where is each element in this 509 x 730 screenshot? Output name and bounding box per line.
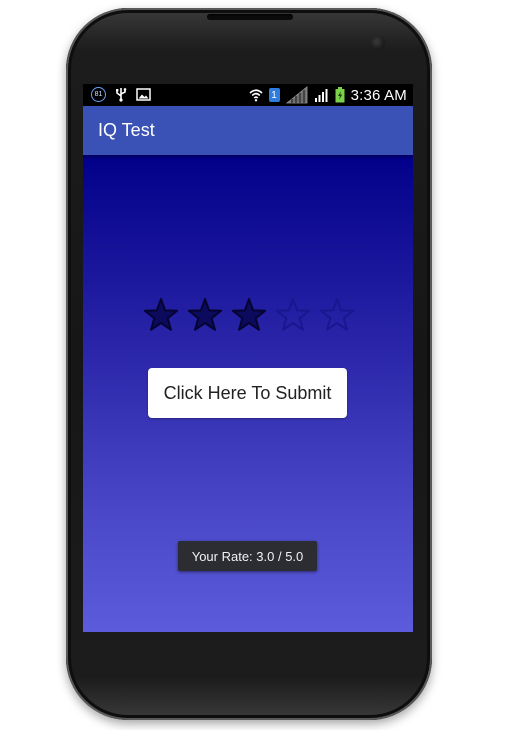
star-empty-icon[interactable] — [318, 296, 356, 334]
front-camera — [371, 36, 385, 50]
star-filled-icon[interactable] — [186, 296, 224, 334]
no-signal-icon — [285, 86, 307, 104]
main-content: Click Here To Submit Your Rate: 3.0 / 5.… — [83, 155, 413, 632]
status-clock: 3:36 AM — [350, 86, 407, 104]
rate-toast: Your Rate: 3.0 / 5.0 — [178, 541, 317, 571]
sim-icon: 1 — [268, 88, 280, 102]
status-bar-notifications: 81 — [91, 87, 151, 102]
star-filled-icon[interactable] — [230, 296, 268, 334]
signal-icon — [314, 89, 328, 102]
notification-count-icon: 81 — [91, 87, 106, 102]
status-bar-system: 1 3:36 AM — [249, 86, 407, 104]
app-bar: IQ Test — [83, 106, 413, 155]
rating-bar[interactable] — [142, 296, 356, 334]
usb-icon — [116, 88, 127, 102]
app-title: IQ Test — [98, 120, 155, 140]
status-bar: 81 1 3:36 AM — [83, 84, 413, 106]
wifi-icon — [249, 89, 263, 102]
device-screen: 81 1 3:36 AM IQ Test Click Here To Submi… — [83, 84, 413, 632]
star-filled-icon[interactable] — [142, 296, 180, 334]
image-icon — [136, 88, 151, 101]
star-empty-icon[interactable] — [274, 296, 312, 334]
submit-button[interactable]: Click Here To Submit — [148, 368, 347, 418]
battery-charging-icon — [335, 87, 345, 103]
earpiece-speaker — [207, 14, 293, 20]
